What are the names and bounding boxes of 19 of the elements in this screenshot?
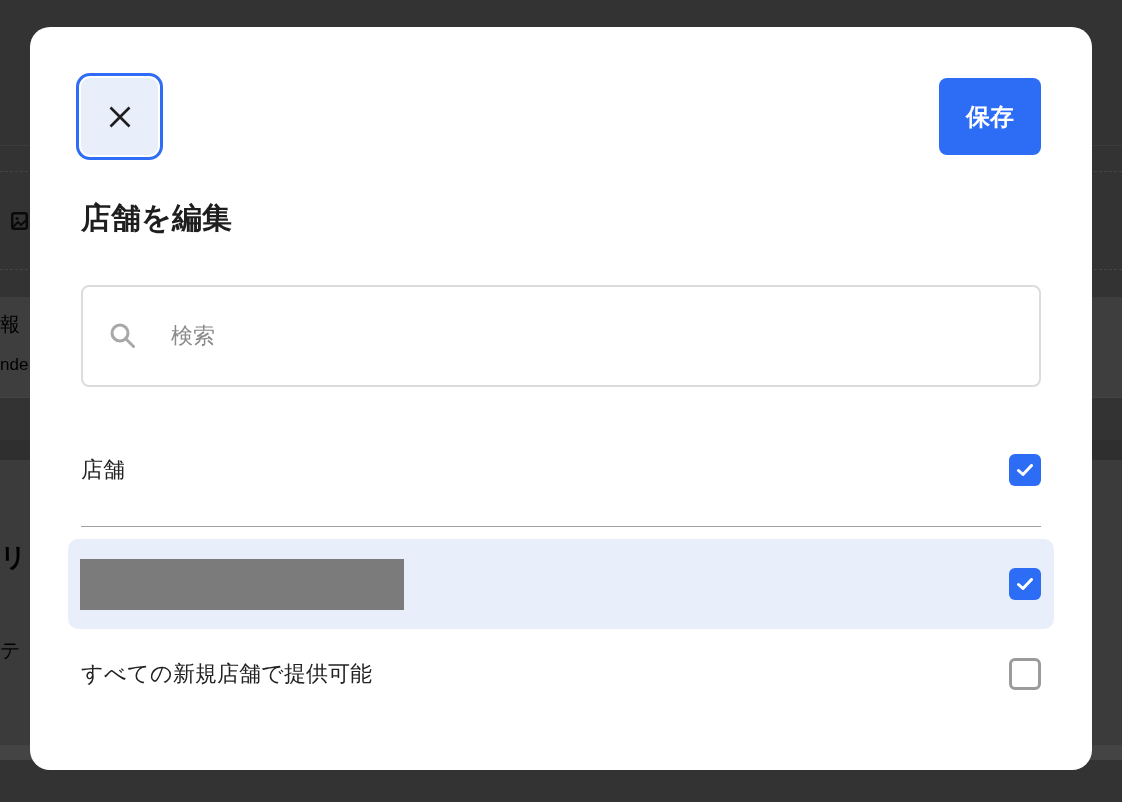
section-label: 報 [0, 312, 20, 336]
dialog-title: 店舗を編集 [81, 200, 232, 236]
checkbox[interactable] [1009, 658, 1041, 690]
checkbox[interactable] [1009, 454, 1041, 486]
checkbox[interactable] [1009, 568, 1041, 600]
check-icon [1017, 578, 1033, 590]
select-all-label: 店舗 [81, 456, 125, 484]
search-field[interactable]: 検索 [81, 285, 1041, 387]
search-icon [110, 323, 135, 348]
save-button[interactable]: 保存 [939, 78, 1041, 155]
body-text: テ [0, 638, 20, 662]
option-label: すべての新規店舗で提供可能 [81, 660, 372, 688]
section-heading: リ [0, 542, 27, 572]
section-value: nde [0, 354, 29, 376]
check-icon [1017, 464, 1033, 476]
close-icon [108, 105, 131, 128]
store-row[interactable] [68, 539, 1054, 629]
close-button[interactable] [76, 73, 163, 160]
image-icon [11, 211, 28, 230]
